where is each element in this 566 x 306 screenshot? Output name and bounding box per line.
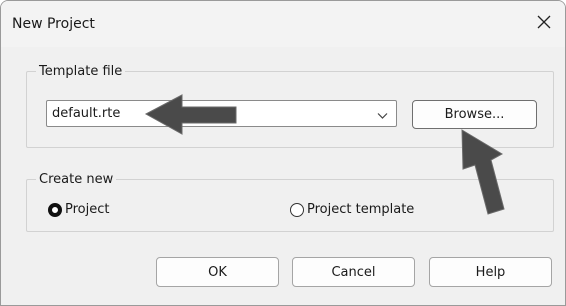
annotation-overlay [144, 94, 505, 215]
arrow-to-browse-button [461, 129, 505, 215]
arrow-to-template-combo [144, 94, 237, 135]
